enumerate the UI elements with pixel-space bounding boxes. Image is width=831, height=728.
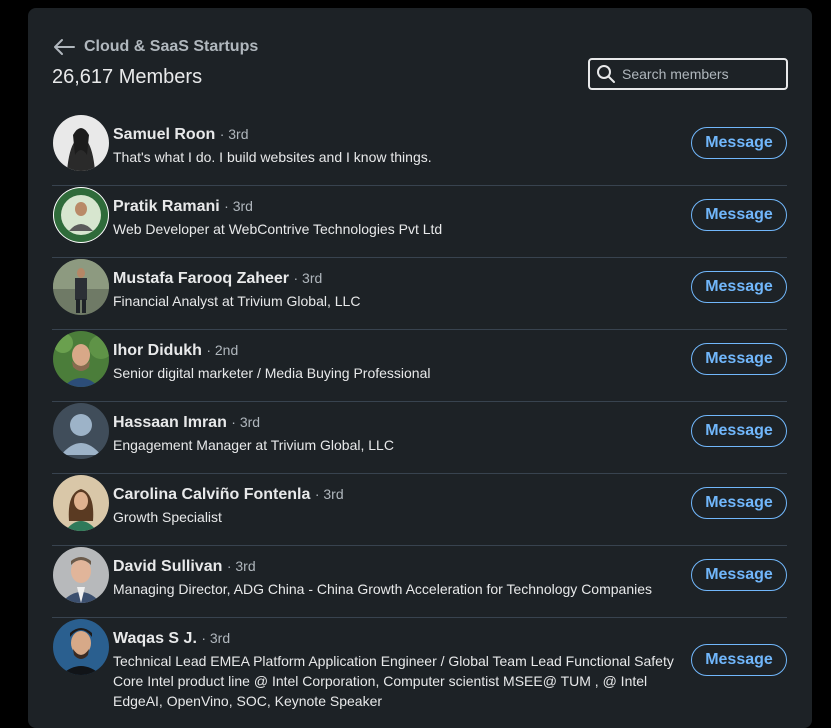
member-name[interactable]: Ihor Didukh (113, 342, 202, 359)
message-button[interactable]: Message (691, 415, 787, 447)
member-headline: Web Developer at WebContrive Technologie… (113, 221, 443, 237)
connection-degree: · 3rd (201, 630, 231, 646)
group-name[interactable]: Cloud & SaaS Startups (84, 38, 258, 56)
arrow-left-icon[interactable] (52, 38, 76, 56)
avatar[interactable] (53, 331, 109, 387)
panel-header: Cloud & SaaS Startups 26,617 Members (52, 36, 788, 90)
connection-degree: · 3rd (293, 270, 323, 286)
member-name[interactable]: Pratik Ramani (113, 198, 220, 215)
avatar[interactable] (53, 619, 109, 675)
connection-degree: · 3rd (224, 198, 253, 214)
list-item: Hassaan Imran · 3rd Engagement Manager a… (52, 402, 787, 474)
members-count: 26,617 Members (52, 66, 203, 88)
avatar[interactable] (53, 259, 109, 315)
list-item: Mustafa Farooq Zaheer · 3rd Financial An… (52, 258, 787, 330)
search-box[interactable] (588, 58, 788, 90)
list-item: Ihor Didukh · 2nd Senior digital markete… (52, 330, 787, 402)
list-item: Pratik Ramani · 3rd Web Developer at Web… (52, 186, 787, 258)
back-link[interactable]: Cloud & SaaS Startups (52, 36, 788, 58)
connection-degree: · 3rd (226, 558, 256, 574)
member-name[interactable]: Mustafa Farooq Zaheer (113, 270, 289, 287)
member-list: Samuel Roon · 3rd That's what I do. I bu… (52, 114, 787, 716)
members-panel: Cloud & SaaS Startups 26,617 Members Sea… (28, 8, 812, 728)
avatar[interactable] (53, 115, 109, 171)
member-headline: Senior digital marketer / Media Buying P… (113, 365, 431, 381)
member-name[interactable]: David Sullivan (113, 558, 222, 575)
member-headline: Engagement Manager at Trivium Global, LL… (113, 437, 394, 453)
connection-degree: · 3rd (231, 414, 261, 430)
avatar[interactable] (53, 403, 109, 459)
member-headline: That's what I do. I build websites and I… (113, 149, 432, 165)
message-button[interactable]: Message (691, 343, 787, 375)
message-button[interactable]: Message (691, 644, 787, 676)
connection-degree: · 3rd (314, 486, 344, 502)
message-button[interactable]: Message (691, 559, 787, 591)
message-button[interactable]: Message (691, 271, 787, 303)
connection-degree: · 3rd (219, 126, 249, 142)
search-input[interactable] (622, 66, 772, 82)
member-name[interactable]: Carolina Calviño Fontenla (113, 486, 310, 503)
member-headline: Growth Specialist (113, 509, 222, 525)
list-item: Carolina Calviño Fontenla · 3rd Growth S… (52, 474, 787, 546)
avatar[interactable] (53, 187, 109, 243)
list-item: David Sullivan · 3rd Managing Director, … (52, 546, 787, 618)
member-name[interactable]: Hassaan Imran (113, 414, 227, 431)
member-name[interactable]: Waqas S J. (113, 630, 197, 647)
avatar[interactable] (53, 475, 109, 531)
member-headline: Managing Director, ADG China - China Gro… (113, 581, 653, 597)
list-item: Samuel Roon · 3rd That's what I do. I bu… (52, 114, 787, 186)
connection-degree: · 2nd (206, 342, 239, 358)
message-button[interactable]: Message (691, 127, 787, 159)
message-button[interactable]: Message (691, 487, 787, 519)
member-name[interactable]: Samuel Roon (113, 126, 215, 143)
list-item: Waqas S J. · 3rd Technical Lead EMEA Pla… (52, 618, 787, 716)
avatar[interactable] (53, 547, 109, 603)
message-button[interactable]: Message (691, 199, 787, 231)
member-headline: Technical Lead EMEA Platform Application… (113, 653, 674, 709)
search-icon (597, 65, 615, 83)
member-headline: Financial Analyst at Trivium Global, LLC (113, 293, 361, 309)
